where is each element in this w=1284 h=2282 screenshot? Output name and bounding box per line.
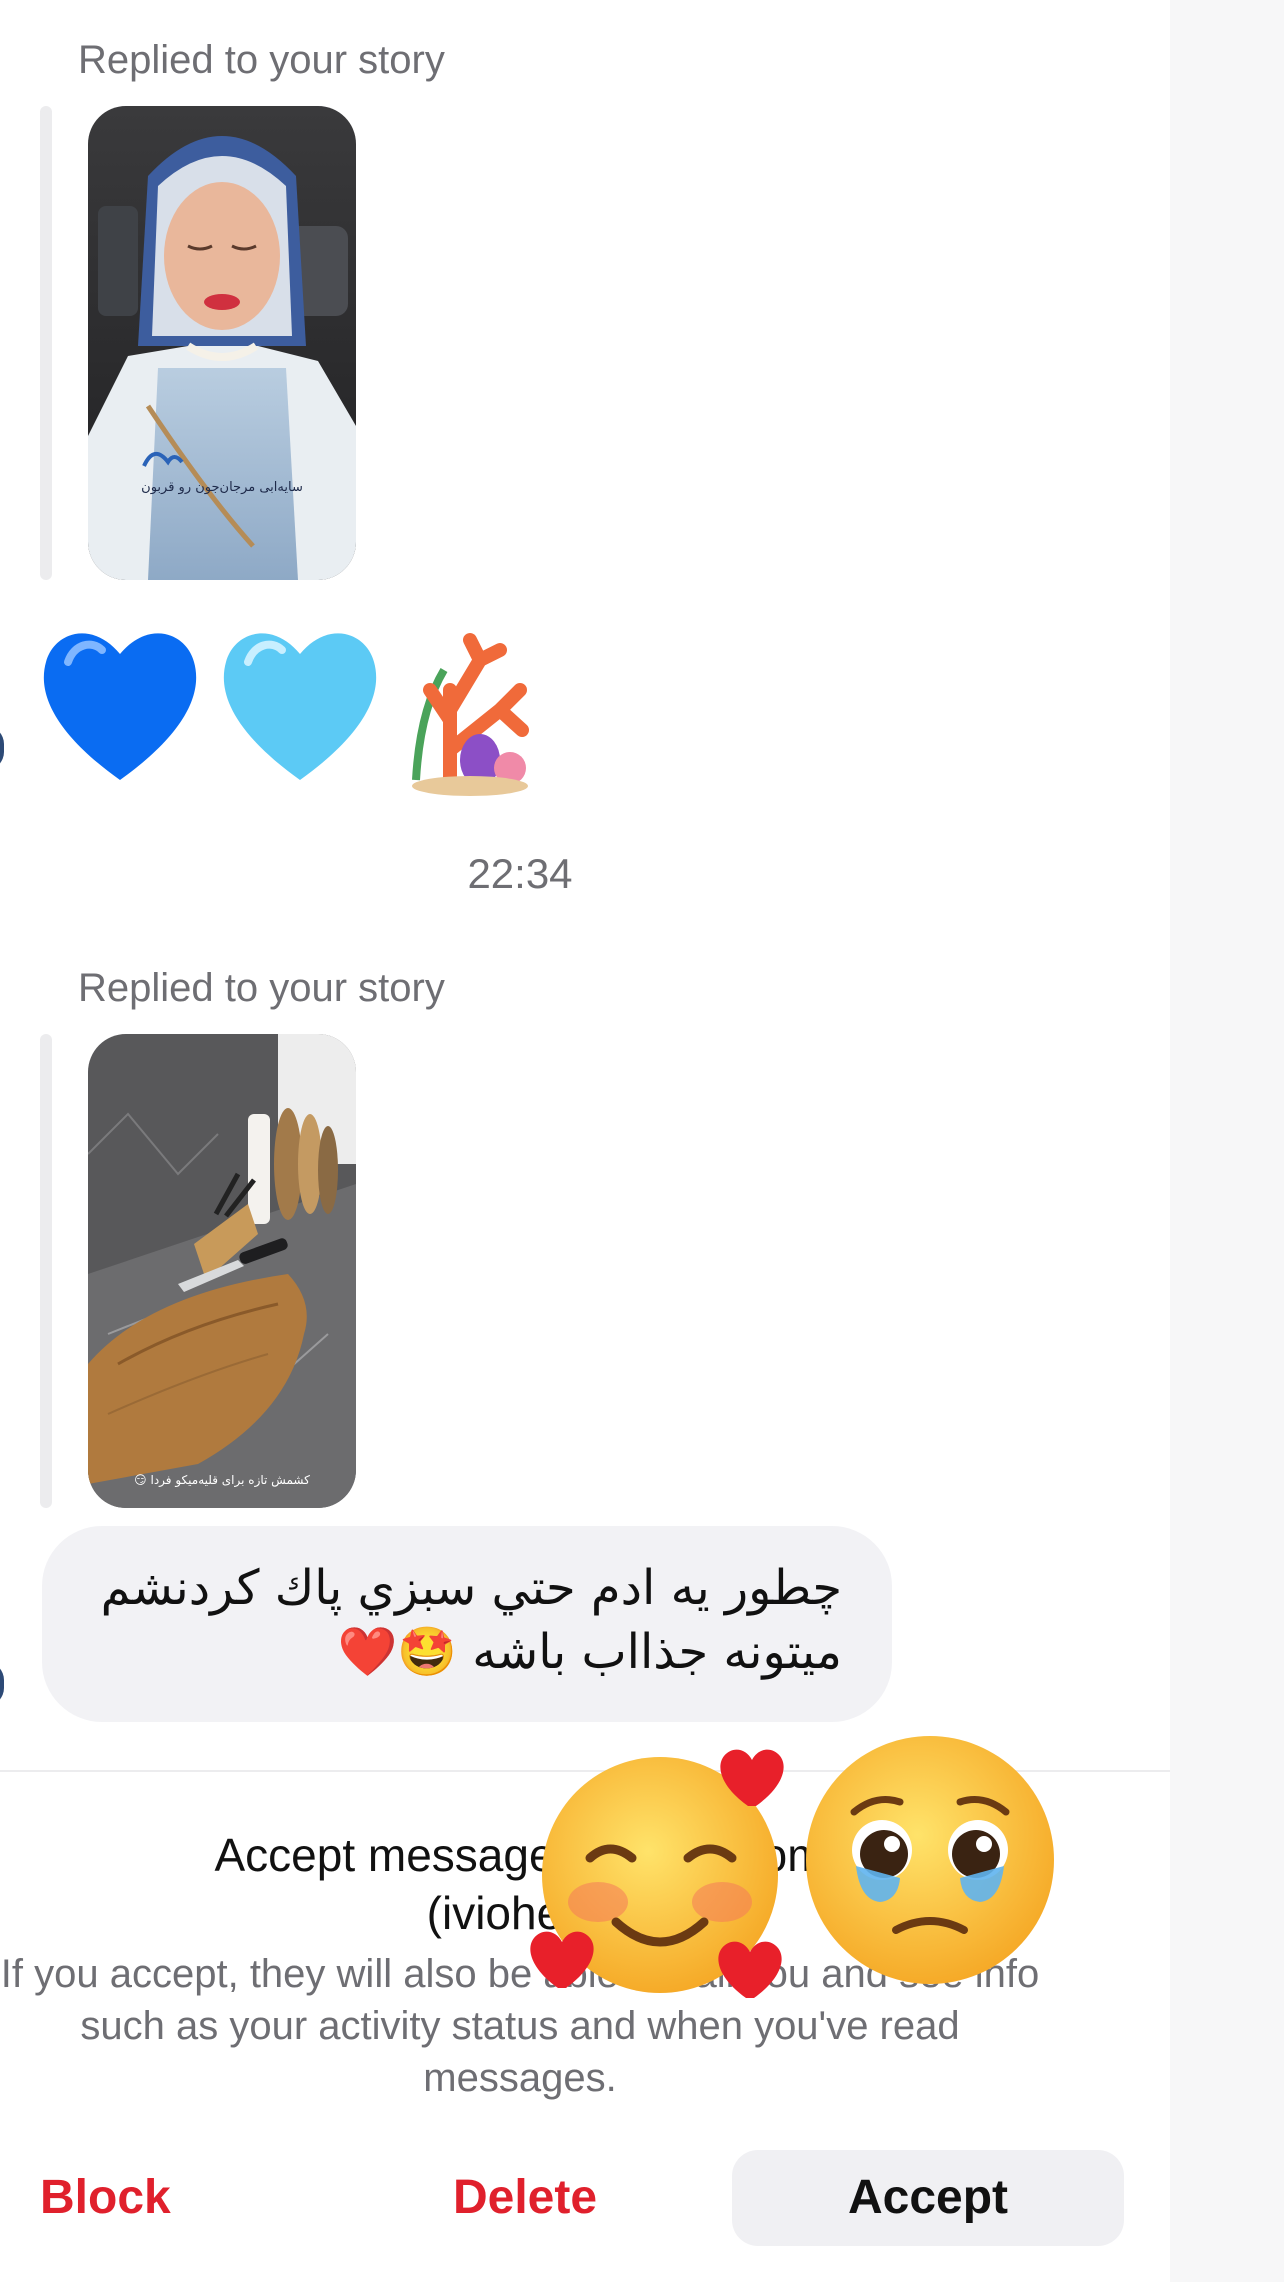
coral-icon	[412, 633, 529, 796]
story-thumbnail-selfie[interactable]: سایه‌ابی مرجان‌جون رو قربون	[88, 106, 356, 580]
replied-to-story-label: Replied to your story	[78, 38, 445, 82]
blue-heart-icon	[43, 633, 197, 780]
dm-request-screen: Replied to your story	[0, 0, 1284, 2282]
story-caption: سایه‌ابی مرجان‌جون رو قربون	[141, 480, 303, 495]
sender-avatar[interactable]	[0, 726, 4, 770]
replied-to-story-label: Replied to your story	[78, 966, 445, 1010]
reply-emoji-row	[40, 620, 560, 800]
smiling-face-with-hearts-icon	[520, 1740, 810, 2010]
reply-quote-bar	[40, 1034, 52, 1508]
message-text-line: چطور يه ادم حتي سبزي پاك كردنشم	[100, 1560, 842, 1616]
block-button[interactable]: Block	[40, 2150, 190, 2246]
message-bubble[interactable]: چطور يه ادم حتي سبزي پاك كردنشم ميتونه ج…	[42, 1526, 892, 1722]
delete-button[interactable]: Delete	[430, 2150, 620, 2246]
message-text-line: ميتونه جذااب باشه 🤩❤️	[337, 1624, 842, 1680]
reply-quote-bar	[40, 106, 52, 580]
light-blue-heart-icon	[223, 633, 377, 780]
sender-avatar[interactable]	[0, 1662, 4, 1706]
right-edge-panel	[1170, 0, 1284, 2282]
story-thumbnail-kitchen[interactable]: کشمش تازه برای قلیه‌میکو فردا 😏	[88, 1034, 356, 1508]
accept-button[interactable]: Accept	[732, 2150, 1124, 2246]
story-caption: کشمش تازه برای قلیه‌میکو فردا 😏	[134, 1473, 310, 1488]
pleading-face-icon	[800, 1730, 1060, 1990]
message-timestamp: 22:34	[467, 850, 573, 897]
